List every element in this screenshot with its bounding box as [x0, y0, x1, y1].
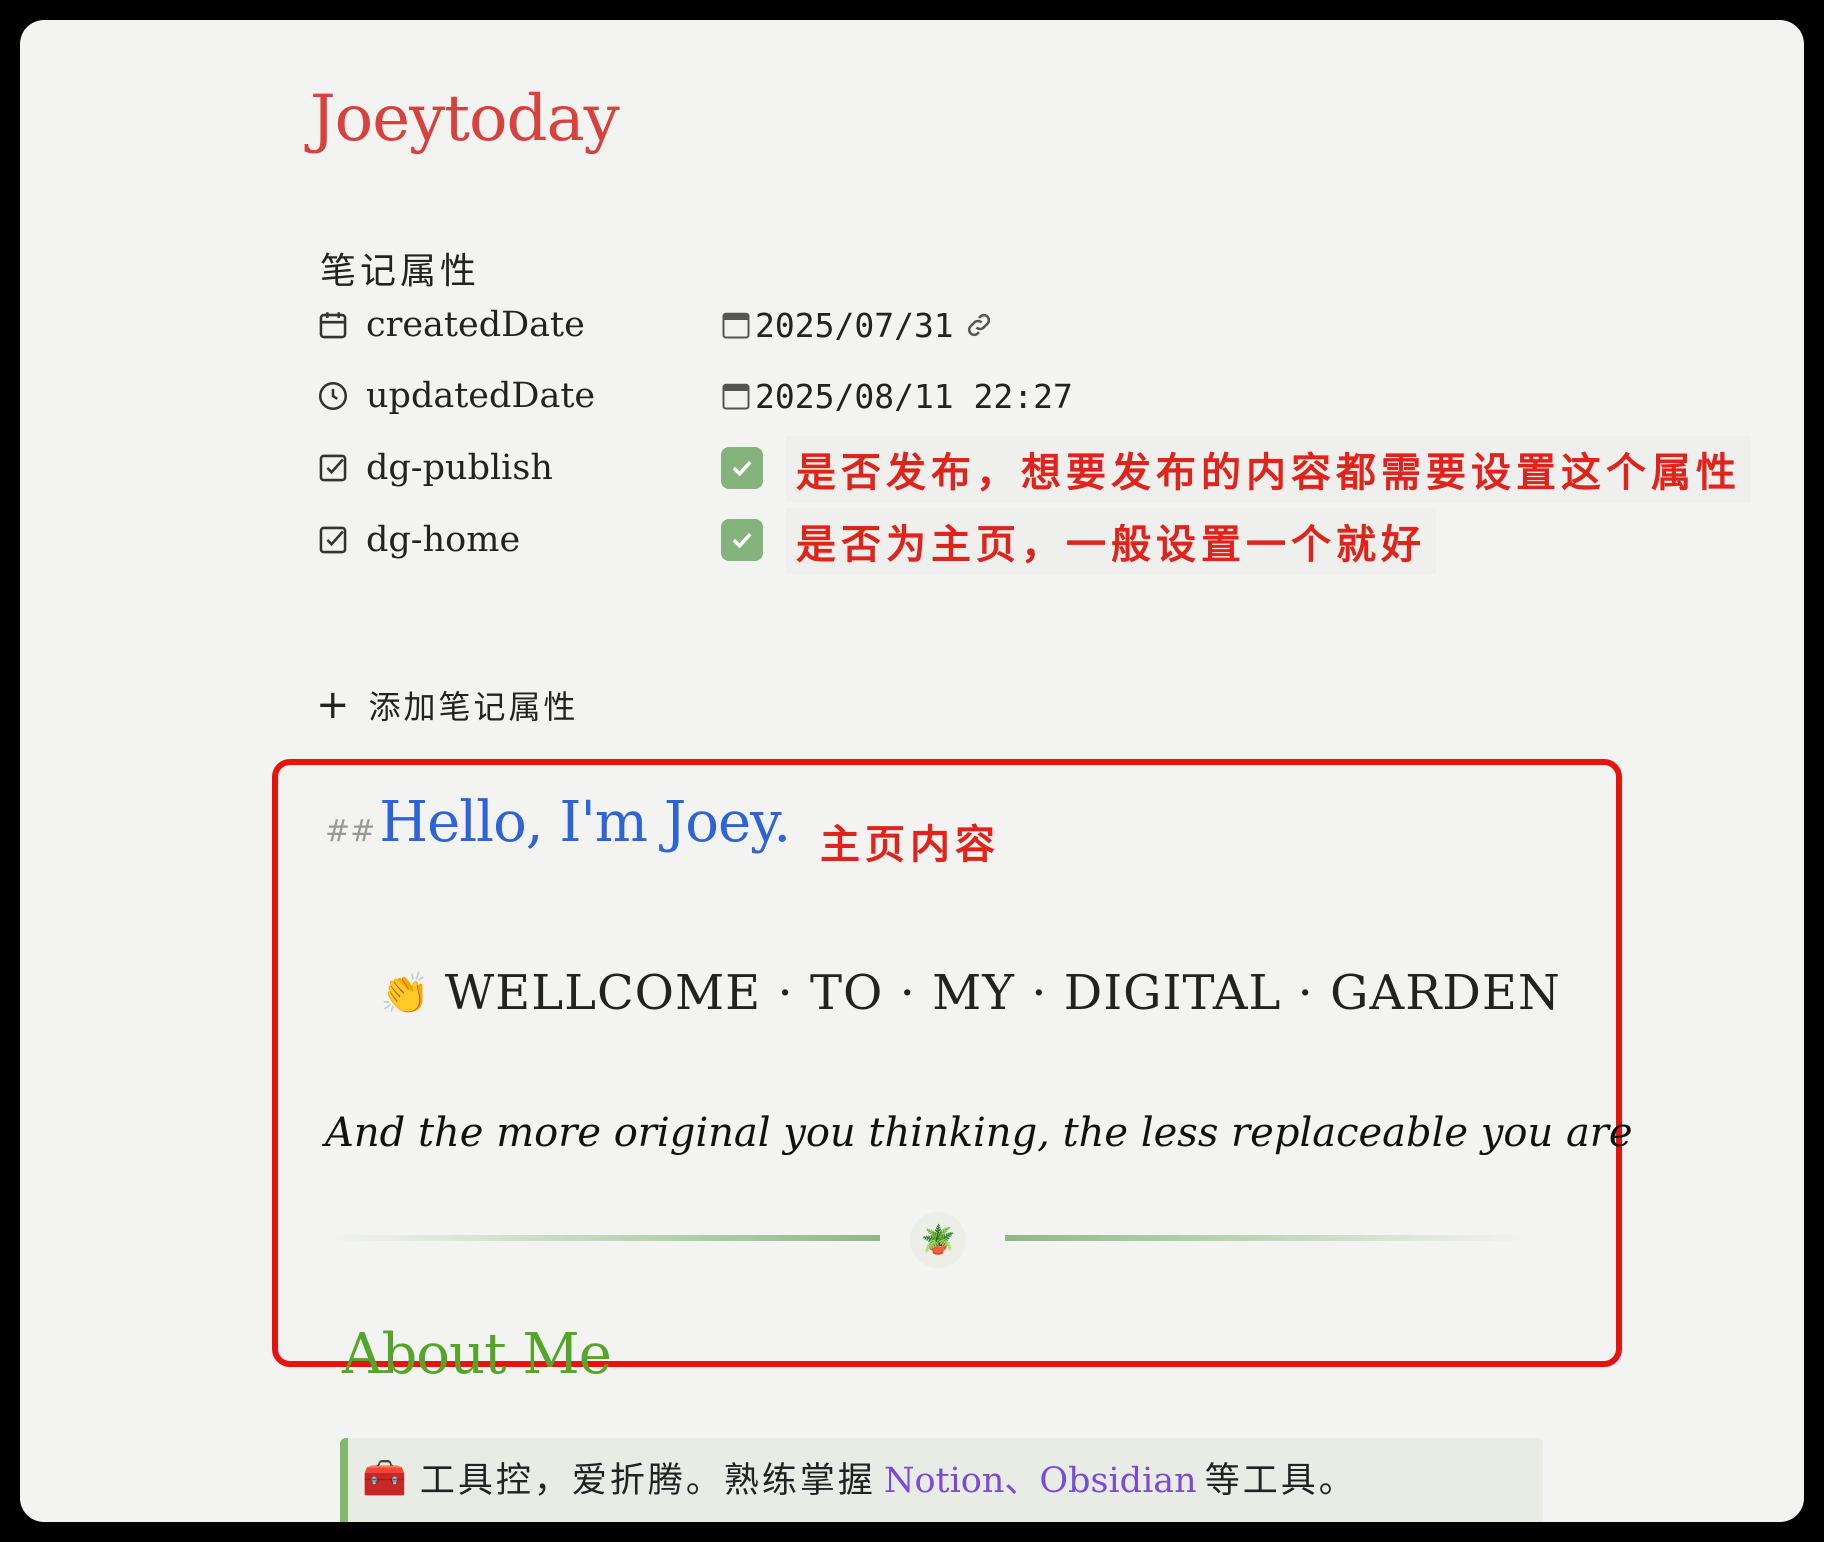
property-key[interactable]: updatedDate: [316, 366, 716, 426]
property-row-updateddate: updatedDate 2025/08/11 22:27: [316, 366, 1776, 426]
property-value-dg-home: [721, 510, 763, 570]
property-key[interactable]: dg-home: [316, 510, 716, 570]
property-value-createddate[interactable]: 2025/07/31: [721, 295, 994, 355]
heading-marker: ##: [325, 814, 376, 849]
divider-line-right: [1005, 1235, 1525, 1241]
publish-checkbox[interactable]: [721, 447, 763, 489]
property-row-createddate: createdDate 2025/07/31: [316, 295, 1776, 355]
clock-icon: [316, 379, 350, 413]
potted-plant-icon: 🪴: [910, 1212, 966, 1268]
check-icon: [732, 532, 752, 549]
annotation-homepage-content: 主页内容: [820, 822, 1000, 868]
home-checkbox[interactable]: [721, 519, 763, 561]
property-key[interactable]: dg-publish: [316, 438, 716, 498]
toolbox-icon: 🧰: [362, 1457, 410, 1499]
date-calendar-icon: [722, 312, 750, 339]
check-icon: [732, 460, 752, 477]
date-value: 2025/07/31: [755, 305, 954, 345]
about-me-heading[interactable]: About Me: [342, 1322, 612, 1387]
calendar-icon: [316, 308, 350, 342]
hello-heading[interactable]: ## Hello, I'm Joey.: [325, 790, 791, 855]
clapping-hands-icon: 👏: [380, 970, 431, 1017]
page-title[interactable]: Joeytoday: [310, 82, 620, 156]
callout-text-after: 等工具。: [1204, 1461, 1357, 1501]
add-property-label: 添加笔记属性: [368, 688, 579, 726]
property-row-dg-publish: dg-publish 是否发布，想要发布的内容都需要设置这个属性: [316, 436, 1776, 502]
checkbox-icon: [316, 523, 350, 557]
quote-text: And the more original you thinking, the …: [325, 1110, 1633, 1156]
property-row-dg-home: dg-home 是否为主页，一般设置一个就好: [316, 508, 1776, 574]
property-key-label: updatedDate: [366, 376, 596, 416]
annotation-dg-publish: 是否发布，想要发布的内容都需要设置这个属性: [786, 436, 1751, 502]
property-key-label: dg-publish: [366, 448, 553, 488]
property-key-label: dg-home: [366, 520, 521, 560]
link-icon[interactable]: [964, 310, 994, 340]
heading-text: Hello, I'm Joey.: [379, 790, 791, 855]
add-property-button[interactable]: + 添加笔记属性: [316, 682, 579, 728]
welcome-text: WELLCOME · TO · MY · DIGITAL · GARDEN: [444, 965, 1561, 1021]
callout-text[interactable]: 🧰 工具控，爱折腾。熟练掌握 Notion、Obsidian 等工具。: [362, 1452, 1357, 1503]
checkbox-icon: [316, 451, 350, 485]
property-key[interactable]: createdDate: [316, 295, 716, 355]
plus-icon: +: [316, 682, 353, 728]
tools-link[interactable]: Notion、Obsidian: [884, 1452, 1197, 1503]
annotation-dg-home: 是否为主页，一般设置一个就好: [786, 508, 1436, 574]
datetime-value: 2025/08/11 22:27: [755, 376, 1073, 416]
note-window: Joeytoday 笔记属性 createdDate 2025/07/31 up…: [20, 20, 1804, 1522]
callout-text-before: 工具控，爱折腾。熟练掌握: [419, 1461, 876, 1501]
divider-line-left: [330, 1235, 880, 1241]
date-calendar-icon: [722, 383, 750, 410]
property-value-dg-publish: [721, 438, 763, 498]
property-value-updateddate[interactable]: 2025/08/11 22:27: [721, 366, 1073, 426]
property-key-label: createdDate: [366, 305, 585, 345]
welcome-banner: 👏 WELLCOME · TO · MY · DIGITAL · GARDEN: [380, 965, 1561, 1021]
properties-heading[interactable]: 笔记属性: [320, 242, 480, 294]
